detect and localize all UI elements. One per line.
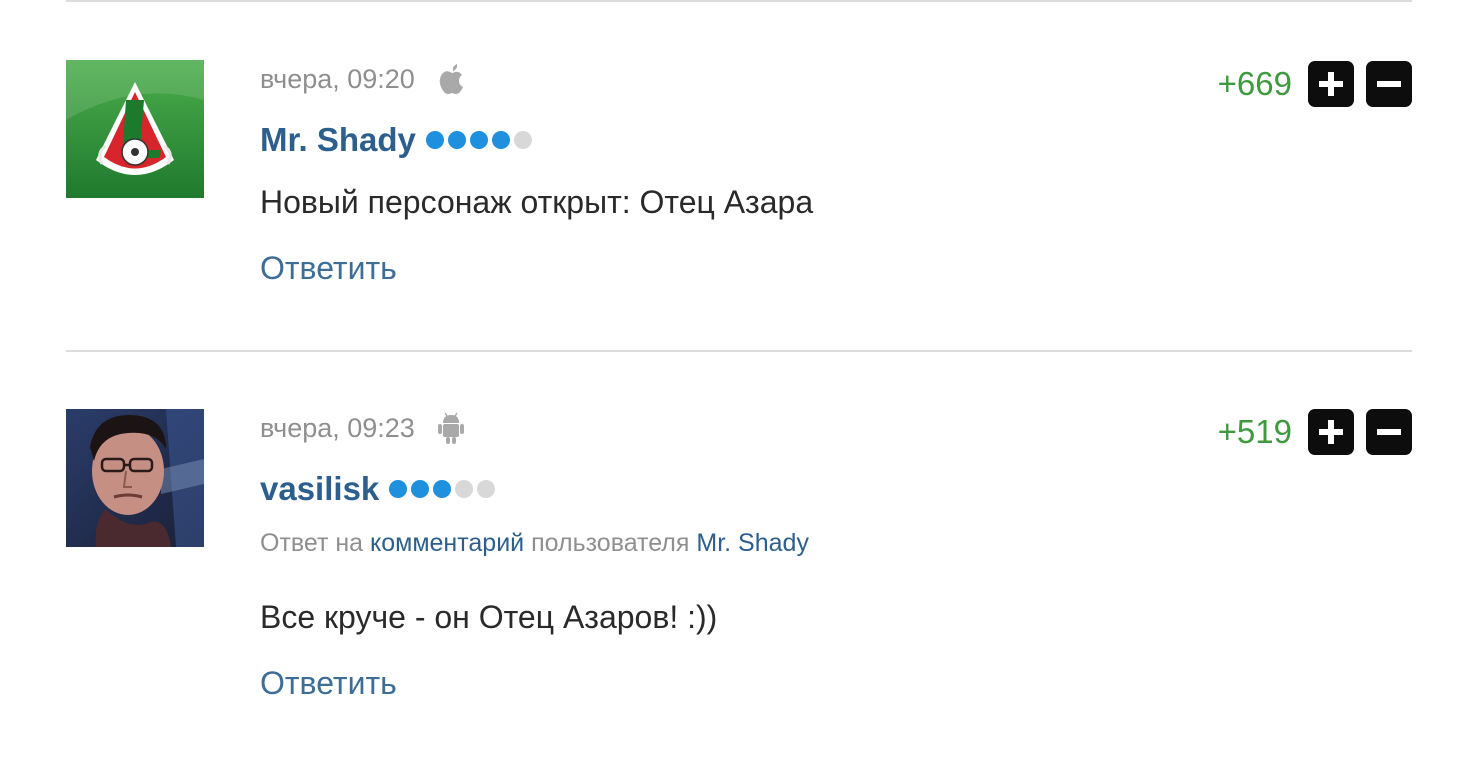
- vote-controls: +669: [1218, 61, 1412, 107]
- reply-info-middle: пользователя: [531, 529, 690, 557]
- minus-icon: [1377, 81, 1401, 87]
- comment-time: вчера, 09:20: [260, 63, 415, 94]
- rating-dots: [389, 480, 496, 498]
- plus-icon: [1319, 72, 1343, 96]
- reply-info: Ответ на комментарий пользователя Mr. Sh…: [260, 529, 809, 558]
- comment-meta: вчера, 09:23: [260, 411, 465, 445]
- android-icon: [437, 411, 465, 445]
- user-portrait-icon: [66, 409, 204, 547]
- plus-icon: [1319, 420, 1343, 444]
- rating-dot: [469, 131, 488, 149]
- rating-dot: [447, 131, 466, 149]
- apple-icon: [437, 62, 467, 96]
- rating-dot: [433, 480, 452, 498]
- author-link[interactable]: Mr. Shady: [260, 121, 416, 159]
- upvote-button[interactable]: [1308, 409, 1354, 455]
- comment-time: вчера, 09:23: [260, 412, 415, 443]
- rating-dot: [477, 480, 496, 498]
- rating-dot: [425, 131, 444, 149]
- minus-icon: [1377, 429, 1401, 435]
- downvote-button[interactable]: [1366, 409, 1412, 455]
- author-row: vasilisk: [260, 467, 496, 511]
- author-link[interactable]: vasilisk: [260, 470, 379, 508]
- avatar[interactable]: [66, 409, 204, 547]
- author-row: Mr. Shady: [260, 118, 532, 162]
- top-divider: [66, 0, 1412, 2]
- score: +669: [1217, 65, 1292, 102]
- comment-meta: вчера, 09:20: [260, 62, 467, 96]
- reply-link[interactable]: Ответить: [260, 250, 397, 287]
- parent-user-link[interactable]: Mr. Shady: [696, 529, 809, 557]
- lokomotiv-logo-icon: [66, 60, 204, 198]
- rating-dot: [455, 480, 474, 498]
- rating-dot: [513, 131, 532, 149]
- vote-controls: +519: [1218, 409, 1412, 455]
- reply-link[interactable]: Ответить: [260, 665, 397, 702]
- score: +519: [1217, 413, 1292, 450]
- comment-text: Новый персонаж открыт: Отец Азара: [260, 184, 814, 220]
- upvote-button[interactable]: [1308, 61, 1354, 107]
- rating-dots: [425, 131, 532, 149]
- rating-dot: [411, 480, 430, 498]
- parent-comment-link[interactable]: комментарий: [370, 529, 524, 557]
- reply-info-prefix: Ответ на: [260, 529, 364, 557]
- avatar[interactable]: [66, 60, 204, 198]
- comment-text: Все круче - он Отец Азаров! :)): [260, 599, 718, 635]
- rating-dot: [491, 131, 510, 149]
- rating-dot: [389, 480, 408, 498]
- downvote-button[interactable]: [1366, 61, 1412, 107]
- comment-divider: [66, 350, 1412, 352]
